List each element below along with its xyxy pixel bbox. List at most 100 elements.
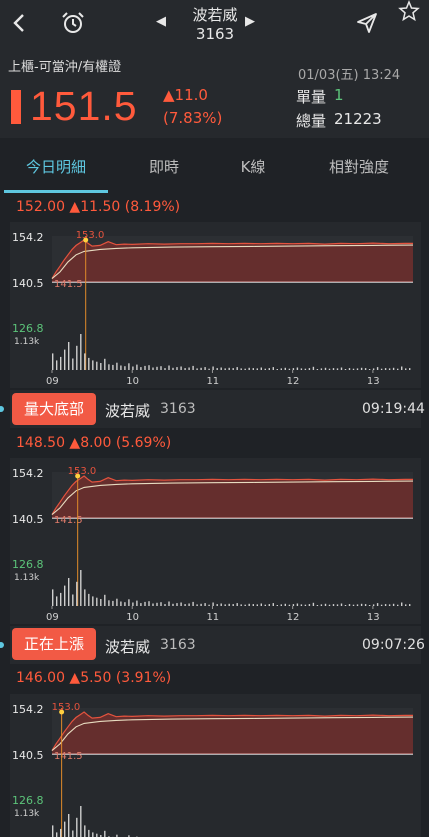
volume-bar (401, 366, 403, 370)
volume-bar (220, 367, 222, 370)
volume-bar (348, 604, 351, 606)
volume-bar (336, 604, 339, 606)
volume-bar (296, 367, 299, 370)
volume-bar (104, 358, 106, 370)
share-button[interactable] (350, 6, 384, 40)
volume-bar (208, 368, 210, 370)
volume-bar (60, 592, 62, 606)
top-bar: ◀ 波若威 3163 ▶ (0, 0, 429, 52)
volume-bar (244, 368, 246, 370)
next-stock-button[interactable]: ▶ (245, 14, 255, 29)
high-price-label: 153.0 (52, 702, 81, 713)
volume-bar (96, 597, 98, 606)
volume-bar (320, 604, 323, 606)
volume-bar (148, 365, 150, 370)
tab-intraday-detail[interactable]: 今日明細 (4, 140, 108, 194)
volume-bar (272, 367, 274, 370)
tab-relative-strength[interactable]: 相對強度 (300, 140, 418, 194)
volume-bar (80, 570, 82, 606)
volume-bar (397, 368, 399, 370)
volume-bar (308, 368, 311, 370)
volume-bar (368, 605, 371, 606)
volume-bar (196, 368, 198, 370)
total-volume: 21223 (334, 110, 382, 128)
volume-bar (184, 604, 186, 606)
volume-bar (260, 603, 262, 606)
volume-bar (264, 604, 266, 606)
volume-bar (160, 366, 162, 370)
alarm-button[interactable] (56, 6, 90, 40)
volume-bar (204, 367, 206, 370)
volume-bar (340, 367, 343, 370)
volume-bar (324, 603, 327, 606)
alert-stock-code: 3163 (160, 401, 196, 417)
volume-bar (405, 368, 407, 370)
volume-bar (116, 362, 118, 370)
tab-realtime[interactable]: 即時 (112, 140, 216, 194)
reference-price-label: 141.5 (54, 515, 83, 526)
volume-bar (140, 603, 142, 606)
tab-kline[interactable]: K線 (208, 140, 298, 194)
quote-panel: 上櫃-可當沖/有權證 01/03(五) 13:24 151.5 ▲11.0 (7… (0, 52, 429, 138)
x-tick-label: 10 (126, 376, 139, 387)
active-tab-underline (4, 190, 108, 193)
price-change-pct: (7.83%) (163, 109, 223, 127)
volume-bar (356, 604, 359, 606)
volume-bar (276, 369, 278, 370)
volume-bar (92, 596, 94, 606)
unit-volume: 1 (334, 86, 344, 104)
volume-bar (172, 367, 174, 370)
volume-bar (312, 366, 315, 370)
volume-bar (76, 345, 78, 370)
volume-bar (328, 368, 331, 370)
favorite-button[interactable] (392, 0, 426, 28)
volume-bar (176, 367, 178, 370)
volume-bar (360, 367, 363, 370)
volume-bar (120, 601, 122, 606)
volume-bar (401, 602, 403, 606)
volume-bar (208, 604, 210, 606)
intraday-chart-card[interactable]: 154.2140.5126.8141.51.13k153.00910111213 (10, 694, 421, 837)
tab-bar: 今日明細 即時 K線 相對強度 (0, 140, 429, 194)
volume-bar (168, 365, 170, 370)
volume-bar (72, 594, 74, 606)
volume-bar (100, 363, 102, 370)
volume-bar (372, 368, 375, 370)
volume-bar (52, 353, 54, 370)
high-price-label: 153.0 (76, 230, 105, 241)
volume-max-label: 1.13k (14, 337, 40, 347)
intraday-chart-card[interactable]: 154.2140.5126.8141.51.13k153.00910111213 (10, 222, 421, 388)
volume-bar (136, 364, 138, 370)
x-tick-label: 11 (206, 612, 219, 623)
back-button[interactable] (2, 6, 36, 40)
volume-bar (224, 604, 226, 606)
volume-bar (392, 367, 395, 370)
volume-bar (56, 360, 58, 370)
volume-bar (108, 364, 110, 370)
volume-bar (348, 368, 351, 370)
x-tick-label: 11 (206, 376, 219, 387)
volume-bar (316, 369, 319, 370)
volume-bar (368, 369, 371, 370)
volume-bar (168, 601, 170, 606)
x-tick-label: 12 (287, 376, 300, 387)
intraday-chart-card[interactable]: 154.2140.5126.8141.51.13k153.00910111213 (10, 458, 421, 624)
volume-bar (296, 603, 299, 606)
volume-bar (220, 603, 222, 606)
volume-bar (397, 604, 399, 606)
star-icon (398, 0, 420, 22)
volume-bar (164, 604, 166, 606)
volume-bar (64, 821, 66, 837)
volume-max-label: 1.13k (14, 809, 40, 819)
reference-price-label: 141.5 (54, 279, 83, 290)
volume-bar (300, 368, 303, 370)
volume-bar (232, 368, 234, 370)
volume-bar (84, 589, 86, 606)
volume-bar (276, 605, 278, 606)
volume-bar (388, 368, 391, 370)
card-price-line: 146.00 ▲5.50 (3.91%) (16, 670, 172, 686)
y-tick-label: 126.8 (12, 558, 44, 571)
volume-bar (300, 604, 303, 606)
volume-bar (260, 367, 262, 370)
volume-bar (64, 349, 66, 370)
